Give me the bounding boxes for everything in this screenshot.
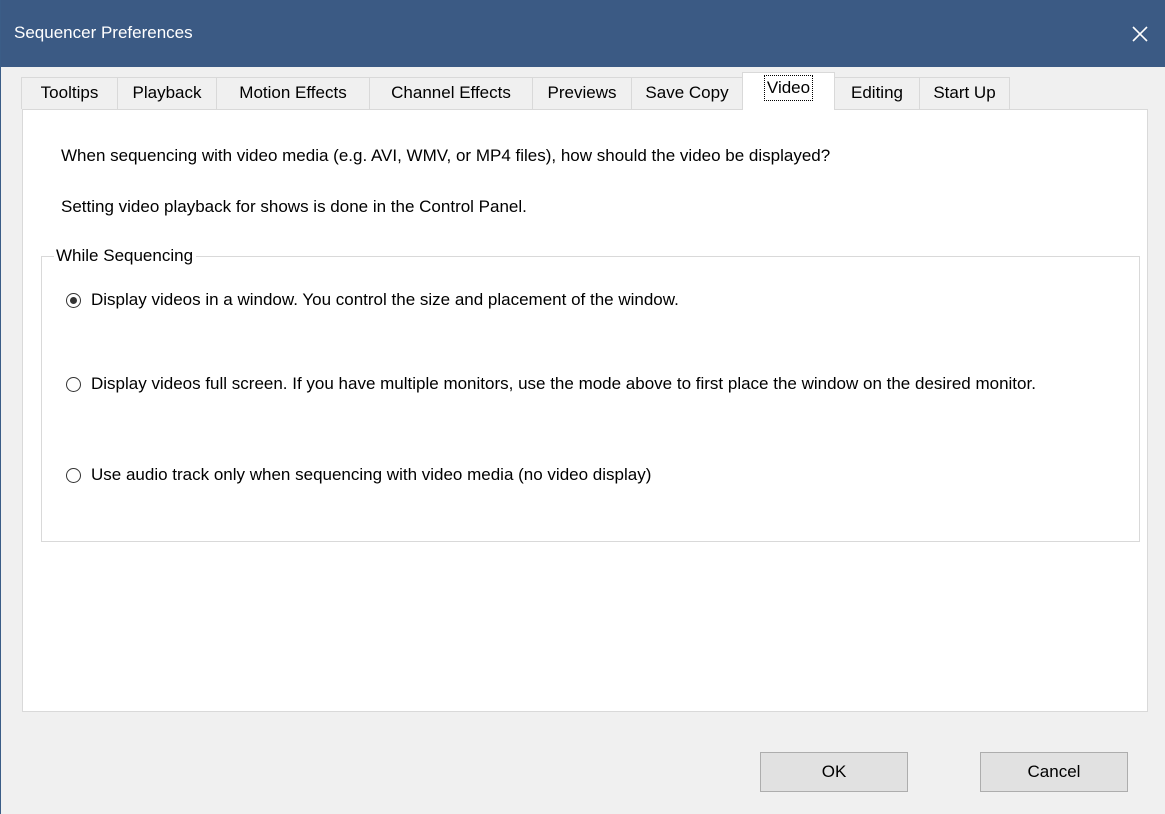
tab-channel-effects[interactable]: Channel Effects <box>369 77 533 109</box>
tab-label: Previews <box>547 83 617 102</box>
window-title: Sequencer Preferences <box>14 23 193 42</box>
tab-editing[interactable]: Editing <box>834 77 920 109</box>
tab-start-up[interactable]: Start Up <box>919 77 1010 109</box>
option-window[interactable]: Display videos in a window. You control … <box>66 290 679 311</box>
tab-label: Tooltips <box>40 83 99 102</box>
tab-label: Start Up <box>933 83 996 102</box>
tab-label: Save Copy <box>645 83 729 102</box>
close-icon <box>1132 26 1148 42</box>
tab-save-copy[interactable]: Save Copy <box>631 77 743 109</box>
radio-button-selected[interactable] <box>66 293 81 308</box>
video-tab-panel: When sequencing with video media (e.g. A… <box>22 109 1148 712</box>
preferences-dialog: Sequencer Preferences Tooltips Playback … <box>0 0 1165 814</box>
option-full-screen[interactable]: Display videos full screen. If you have … <box>66 374 1126 395</box>
tab-label: Editing <box>851 83 903 102</box>
group-title: While Sequencing <box>54 245 197 267</box>
tab-playback[interactable]: Playback <box>117 77 217 109</box>
video-description: When sequencing with video media (e.g. A… <box>61 146 831 165</box>
option-label: Use audio track only when sequencing wit… <box>91 465 652 484</box>
tab-previews[interactable]: Previews <box>532 77 632 109</box>
ok-button[interactable]: OK <box>760 752 908 792</box>
radio-button[interactable] <box>66 468 81 483</box>
option-audio-only[interactable]: Use audio track only when sequencing wit… <box>66 465 652 486</box>
tab-motion-effects[interactable]: Motion Effects <box>216 77 370 109</box>
tab-label: Channel Effects <box>391 83 511 102</box>
close-button[interactable] <box>1120 14 1160 54</box>
show-playback-note: Setting video playback for shows is done… <box>61 197 527 216</box>
tab-video[interactable]: Video <box>742 72 835 110</box>
tab-label: Motion Effects <box>239 83 347 102</box>
title-bar[interactable]: Sequencer Preferences <box>1 0 1165 67</box>
radio-button[interactable] <box>66 377 81 392</box>
while-sequencing-group: While Sequencing Display videos in a win… <box>41 245 1140 542</box>
tab-label: Playback <box>132 83 202 102</box>
option-label: Display videos full screen. If you have … <box>91 374 1036 393</box>
option-label: Display videos in a window. You control … <box>91 290 679 309</box>
tab-tooltips[interactable]: Tooltips <box>21 77 118 109</box>
cancel-button[interactable]: Cancel <box>980 752 1128 792</box>
tab-label: Video <box>763 75 814 101</box>
